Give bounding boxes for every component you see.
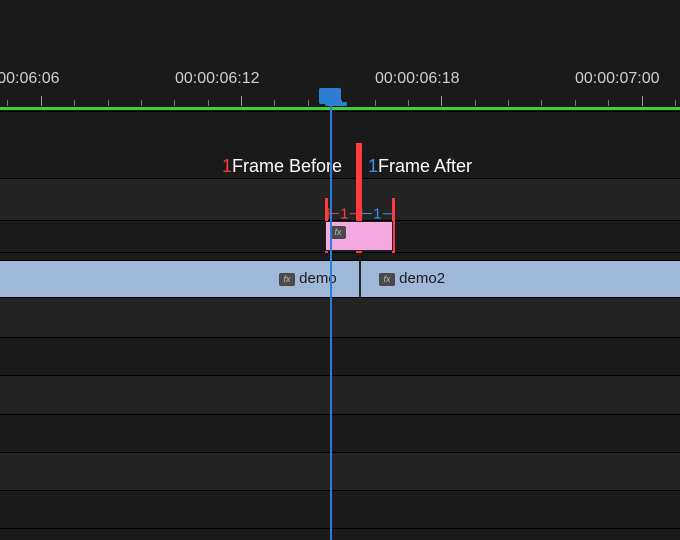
track-divider <box>0 111 680 112</box>
timecode-label: 00:00:06:06 <box>0 70 60 88</box>
annotation-after-label: 1Frame After <box>368 156 472 177</box>
track-divider <box>0 252 680 253</box>
ruler-tick-minor <box>7 100 8 106</box>
track-divider <box>0 452 680 453</box>
ruler-tick-minor <box>608 100 609 106</box>
ruler-tick-minor <box>308 100 309 106</box>
clip-b-label: fx demo2 <box>379 270 445 287</box>
playhead-notch[interactable] <box>325 102 347 106</box>
ruler-tick-minor <box>675 100 676 106</box>
fx-icon: fx <box>279 273 295 286</box>
ruler-tick-minor <box>508 100 509 106</box>
ruler-tick-minor <box>208 100 209 106</box>
ruler-tick-minor <box>541 100 542 106</box>
track-divider <box>0 528 680 529</box>
ruler-tick-minor <box>108 100 109 106</box>
fx-icon: fx <box>379 273 395 286</box>
fx-icon: fx <box>330 226 346 239</box>
track-divider <box>0 490 680 491</box>
work-area-bar[interactable] <box>0 107 680 110</box>
clip-cut-line[interactable] <box>359 261 361 297</box>
ruler-tick-major <box>441 96 442 106</box>
track-lane[interactable] <box>0 375 680 414</box>
track-lane[interactable] <box>0 452 680 490</box>
ruler-tick-minor <box>375 100 376 106</box>
ruler-tick-minor <box>74 100 75 106</box>
transition-clip[interactable]: fx <box>325 221 393 251</box>
track-divider <box>0 375 680 376</box>
video-track-v1[interactable]: fx demo fx demo2 <box>0 261 680 297</box>
ruler-tick-minor <box>575 100 576 106</box>
clip-a-label: fx demo <box>279 270 337 287</box>
ruler-tick-major <box>241 96 242 106</box>
ruler-tick-minor <box>274 100 275 106</box>
ruler-tick-major <box>41 96 42 106</box>
track-lane[interactable] <box>0 297 680 337</box>
ruler-tick-minor <box>174 100 175 106</box>
annotation-before-label: 1Frame Before <box>222 156 342 177</box>
timeline-canvas[interactable]: 00:00:06:06 00:00:06:12 00:00:06:18 00:00:0… <box>0 0 680 540</box>
ruler-tick-minor <box>475 100 476 106</box>
ruler-tick-minor <box>141 100 142 106</box>
timecode-label: 00:00:06:12 <box>175 70 260 88</box>
track-divider <box>0 414 680 415</box>
playhead-line[interactable] <box>330 104 332 540</box>
track-divider <box>0 297 680 298</box>
timecode-label: 00:00:06:18 <box>375 70 460 88</box>
track-divider <box>0 337 680 338</box>
track-divider <box>0 178 680 179</box>
ruler-tick-major <box>642 96 643 106</box>
timecode-label: 00:00:07:00 <box>575 70 660 88</box>
ruler-tick-minor <box>408 100 409 106</box>
